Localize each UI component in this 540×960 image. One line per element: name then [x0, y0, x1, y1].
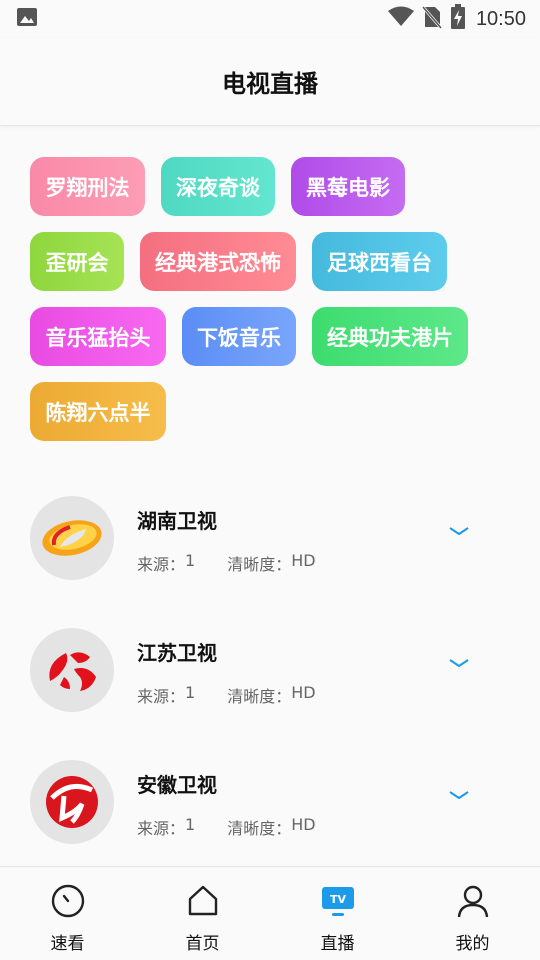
source-value: 1: [185, 683, 196, 702]
source-label: 来源：: [137, 555, 186, 574]
chevron-down-icon[interactable]: [447, 784, 471, 808]
hunan-tv-logo-icon: [30, 496, 114, 580]
tag-label: 歪研会: [45, 250, 109, 275]
quality-label: 清晰度：: [227, 555, 292, 574]
wifi-icon: [387, 6, 414, 32]
svg-text:TV: TV: [329, 893, 346, 906]
nav-label: 速看: [50, 934, 85, 954]
channel-meta: 来源： 1 清晰度： HD: [137, 683, 316, 707]
jiangsu-tv-logo-icon: [30, 628, 114, 712]
tag-chip[interactable]: 下饭音乐: [182, 307, 296, 366]
channel-name: 安徽卫视: [137, 773, 217, 797]
channel-row-anhui[interactable]: 安徽卫视 来源： 1 清晰度： HD: [0, 760, 540, 870]
source-label: 来源：: [137, 819, 186, 838]
channel-name: 湖南卫视: [137, 509, 217, 533]
anhui-tv-logo-icon: [30, 760, 114, 844]
status-time: 10:50: [475, 7, 526, 30]
nav-item-quick-watch[interactable]: 速看: [0, 867, 135, 960]
tag-label: 下饭音乐: [197, 325, 281, 350]
home-icon: [185, 883, 221, 919]
nav-item-live[interactable]: TV 直播: [270, 867, 405, 960]
tag-chip[interactable]: 音乐猛抬头: [30, 307, 166, 366]
tag-label: 陈翔六点半: [45, 400, 151, 425]
user-icon: [455, 883, 491, 919]
page-title: 电视直播: [222, 70, 318, 98]
tag-chip[interactable]: 经典功夫港片: [312, 307, 468, 366]
tag-chip[interactable]: 经典港式恐怖: [140, 232, 296, 291]
nav-label: 首页: [185, 934, 220, 954]
app-bar: 电视直播: [0, 38, 540, 126]
source-label: 来源：: [137, 687, 186, 706]
image-notification-icon: [16, 6, 38, 32]
nav-item-home[interactable]: 首页: [135, 867, 270, 960]
quality-value: HD: [291, 683, 316, 702]
source-value: 1: [185, 551, 196, 570]
channel-name: 江苏卫视: [137, 641, 217, 665]
tag-label: 经典功夫港片: [327, 325, 453, 350]
status-bar: 10:50: [0, 0, 540, 38]
tag-label: 黑莓电影: [306, 175, 390, 200]
tag-label: 经典港式恐怖: [155, 250, 281, 275]
chevron-down-icon[interactable]: [447, 652, 471, 676]
tag-chip[interactable]: 足球西看台: [312, 232, 447, 291]
clock-icon: [50, 883, 86, 919]
channel-row-hunan[interactable]: 湖南卫视 来源： 1 清晰度： HD: [0, 496, 540, 606]
tag-chip[interactable]: 黑莓电影: [291, 157, 405, 216]
source-value: 1: [185, 815, 196, 834]
quality-label: 清晰度：: [227, 687, 292, 706]
bottom-navigation: 速看 首页 TV 直播 我的: [0, 866, 540, 960]
no-sim-icon: [421, 5, 443, 33]
quality-label: 清晰度：: [227, 819, 292, 838]
nav-label: 直播: [320, 934, 355, 954]
quality-value: HD: [291, 815, 316, 834]
channel-meta: 来源： 1 清晰度： HD: [137, 815, 316, 839]
quality-value: HD: [291, 551, 316, 570]
battery-charging-icon: [450, 4, 466, 34]
nav-item-mine[interactable]: 我的: [405, 867, 540, 960]
channel-row-jiangsu[interactable]: 江苏卫视 来源： 1 清晰度： HD: [0, 628, 540, 738]
tag-chip[interactable]: 陈翔六点半: [30, 382, 166, 441]
channel-meta: 来源： 1 清晰度： HD: [137, 551, 316, 575]
nav-label: 我的: [455, 934, 490, 954]
tag-label: 深夜奇谈: [176, 175, 260, 200]
tv-icon: TV: [320, 883, 356, 919]
tag-chip[interactable]: 歪研会: [30, 232, 124, 291]
tag-label: 罗翔刑法: [45, 175, 130, 200]
tag-chip[interactable]: 罗翔刑法: [30, 157, 145, 216]
status-icons: 10:50: [387, 4, 526, 34]
tag-chip[interactable]: 深夜奇谈: [161, 157, 275, 216]
chevron-down-icon[interactable]: [447, 520, 471, 544]
tag-label: 足球西看台: [327, 250, 432, 275]
tag-label: 音乐猛抬头: [45, 325, 151, 350]
